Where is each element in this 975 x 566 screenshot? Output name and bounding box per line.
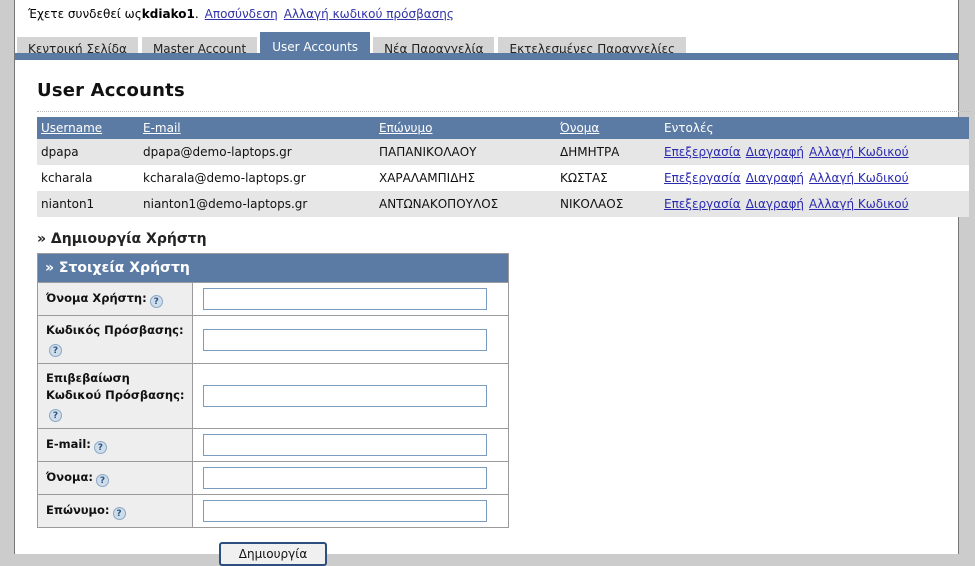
change-password-link-row[interactable]: Αλλαγή Κωδικού xyxy=(809,171,909,185)
input-cell-email xyxy=(192,428,509,462)
help-question-icon[interactable]: ? xyxy=(149,295,163,308)
form-panel-header-row: » Στοιχεία Χρήστη xyxy=(37,253,509,283)
form-label-firstname: Όνομα: xyxy=(46,470,93,484)
password-input[interactable] xyxy=(203,328,487,351)
input-cell-password xyxy=(192,315,509,364)
form-label-lastname: Επώνυμο: xyxy=(46,503,110,517)
change-password-link[interactable]: Αλλαγή κωδικού πρόσβασης xyxy=(284,7,454,21)
help-question-icon[interactable]: ? xyxy=(95,474,109,487)
title-divider xyxy=(37,111,971,112)
cell-email: dpapa@demo-laptops.gr xyxy=(139,139,375,165)
sort-link-firstname[interactable]: Όνομα xyxy=(560,121,599,135)
label-cell-password-confirm: Επιβεβαίωση Κωδικού Πρόσβασης:? xyxy=(37,363,193,429)
cell-commands: Επεξεργασία Διαγραφή Αλλαγή Κωδικού xyxy=(660,165,969,191)
form-row-firstname: Όνομα:? xyxy=(37,461,509,495)
delete-link[interactable]: Διαγραφή xyxy=(746,171,804,185)
form-row-password: Κωδικός Πρόσβασης:? xyxy=(37,315,509,364)
username-input[interactable] xyxy=(203,288,487,310)
user-accounts-table: Username E-mail Επώνυμο Όνομα Εντολές dp… xyxy=(37,117,969,217)
table-row: nianton1 nianton1@demo-laptops.gr ΑΝΤΩΝΑ… xyxy=(37,191,969,217)
form-row-password-confirm: Επιβεβαίωση Κωδικού Πρόσβασης:? xyxy=(37,363,509,429)
help-question-icon[interactable]: ? xyxy=(49,344,62,357)
cell-commands: Επεξεργασία Διαγραφή Αλλαγή Κωδικού xyxy=(660,191,969,217)
cell-firstname: ΔΗΜΗΤΡΑ xyxy=(556,139,660,165)
delete-link[interactable]: Διαγραφή xyxy=(746,197,804,211)
cell-lastname: ΑΝΤΩΝΑΚΟΠΟΥΛΟΣ xyxy=(375,191,556,217)
welcome-text: Έχετε συνδεθεί ως xyxy=(28,7,142,21)
column-header-firstname: Όνομα xyxy=(556,117,660,139)
form-panel-heading: » Στοιχεία Χρήστη xyxy=(37,253,509,283)
form-label-email: E-mail: xyxy=(46,437,91,451)
table-row: dpapa dpapa@demo-laptops.gr ΠΑΠΑΝΙΚΟΛΑΟΥ… xyxy=(37,139,969,165)
input-cell-firstname xyxy=(192,461,509,495)
sort-link-lastname[interactable]: Επώνυμο xyxy=(379,121,432,135)
password-confirm-input[interactable] xyxy=(203,385,487,407)
table-header-row: Username E-mail Επώνυμο Όνομα Εντολές xyxy=(37,117,969,139)
label-cell-firstname: Όνομα:? xyxy=(37,461,193,495)
cell-firstname: ΚΩΣΤΑΣ xyxy=(556,165,660,191)
page-frame: Έχετε συνδεθεί ως kdiako1. Αποσύνδεση Αλ… xyxy=(14,0,971,566)
form-row-lastname: Επώνυμο:? xyxy=(37,494,509,528)
label-cell-email: E-mail:? xyxy=(37,428,193,462)
help-question-icon[interactable]: ? xyxy=(112,507,126,520)
input-cell-username xyxy=(192,282,509,316)
logged-in-username: kdiako1 xyxy=(141,7,195,21)
page-title: User Accounts xyxy=(37,80,185,101)
table-row: kcharala kcharala@demo-laptops.gr ΧΑΡΑΛΑ… xyxy=(37,165,969,191)
cell-lastname: ΧΑΡΑΛΑΜΠΙΔΗΣ xyxy=(375,165,556,191)
welcome-suffix: . xyxy=(194,7,199,21)
input-cell-lastname xyxy=(192,494,509,528)
change-password-link-row[interactable]: Αλλαγή Κωδικού xyxy=(809,145,909,159)
form-label-password-confirm: Επιβεβαίωση Κωδικού Πρόσβασης: xyxy=(46,371,185,402)
cell-commands: Επεξεργασία Διαγραφή Αλλαγή Κωδικού xyxy=(660,139,969,165)
cell-email: kcharala@demo-laptops.gr xyxy=(139,165,375,191)
column-header-email: E-mail xyxy=(139,117,375,139)
edit-link[interactable]: Επεξεργασία xyxy=(664,171,741,185)
help-question-icon[interactable]: ? xyxy=(49,409,62,422)
cell-email: nianton1@demo-laptops.gr xyxy=(139,191,375,217)
label-cell-username: Όνομα Χρήστη:? xyxy=(37,282,193,316)
change-password-link-row[interactable]: Αλλαγή Κωδικού xyxy=(809,197,909,211)
label-cell-lastname: Επώνυμο:? xyxy=(37,494,193,528)
logout-link[interactable]: Αποσύνδεση xyxy=(205,7,278,21)
submit-row: Δημιουργία xyxy=(37,542,509,566)
login-status-bar: Έχετε συνδεθεί ως kdiako1. Αποσύνδεση Αλ… xyxy=(15,0,958,28)
column-header-lastname: Επώνυμο xyxy=(375,117,556,139)
main-navigation-tabs: Κεντρική Σελίδα Master Account User Acco… xyxy=(15,28,958,60)
form-row-username: Όνομα Χρήστη:? xyxy=(37,282,509,316)
delete-link[interactable]: Διαγραφή xyxy=(746,145,804,159)
cell-firstname: ΝΙΚΟΛΑΟΣ xyxy=(556,191,660,217)
help-question-icon[interactable]: ? xyxy=(93,441,107,454)
tabs-underline xyxy=(15,53,958,60)
create-user-form: » Στοιχεία Χρήστη Όνομα Χρήστη:? Κωδικός… xyxy=(37,253,509,528)
input-cell-password-confirm xyxy=(192,363,509,429)
create-user-heading: » Δημιουργία Χρήστη xyxy=(37,231,207,247)
form-label-password: Κωδικός Πρόσβασης: xyxy=(46,323,184,337)
firstname-input[interactable] xyxy=(203,467,487,489)
create-user-button[interactable]: Δημιουργία xyxy=(218,542,328,566)
email-input[interactable] xyxy=(203,434,487,456)
lastname-input[interactable] xyxy=(203,500,487,522)
form-row-email: E-mail:? xyxy=(37,428,509,462)
cell-username: dpapa xyxy=(37,139,139,165)
cell-username: nianton1 xyxy=(37,191,139,217)
sort-link-email[interactable]: E-mail xyxy=(143,121,181,135)
column-header-username: Username xyxy=(37,117,139,139)
edit-link[interactable]: Επεξεργασία xyxy=(664,145,741,159)
edit-link[interactable]: Επεξεργασία xyxy=(664,197,741,211)
form-label-username: Όνομα Χρήστη: xyxy=(46,291,147,305)
page-content: User Accounts Username E-mail Επώνυμο Όν… xyxy=(15,60,971,566)
column-header-commands: Εντολές xyxy=(660,117,969,139)
label-cell-password: Κωδικός Πρόσβασης:? xyxy=(37,315,193,364)
cell-lastname: ΠΑΠΑΝΙΚΟΛΑΟΥ xyxy=(375,139,556,165)
sort-link-username[interactable]: Username xyxy=(41,121,102,135)
cell-username: kcharala xyxy=(37,165,139,191)
